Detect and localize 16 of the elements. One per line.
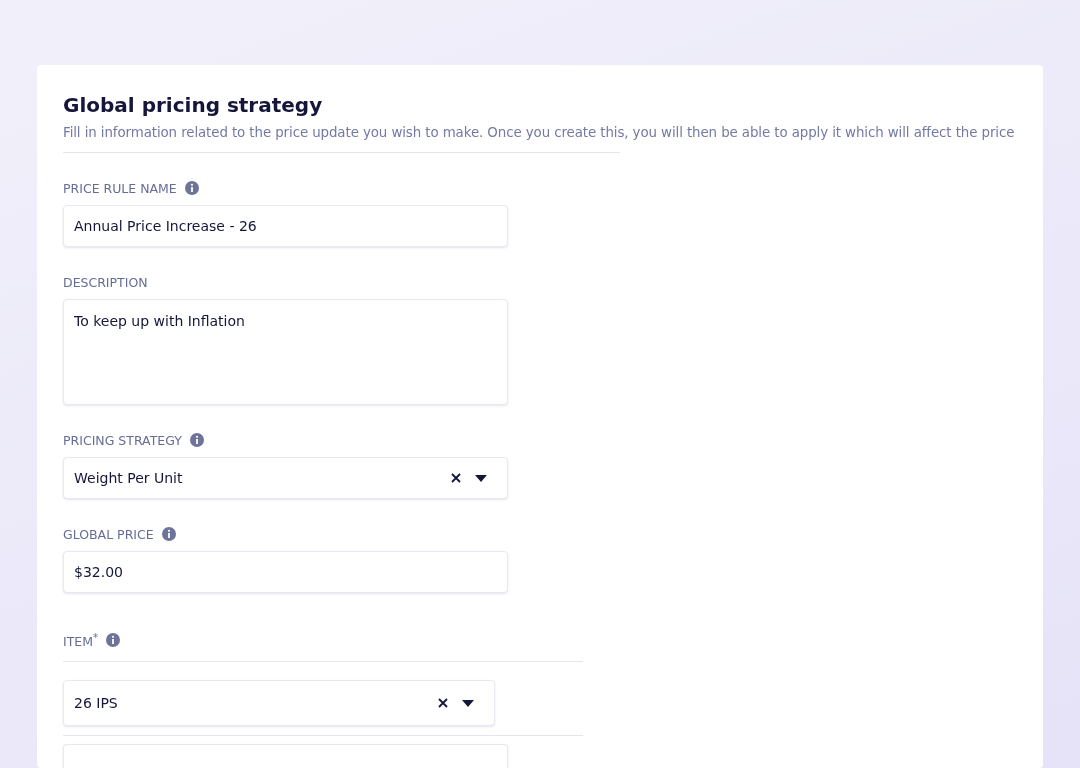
- field-label: DESCRIPTION: [63, 274, 148, 290]
- clear-icon: [451, 473, 461, 483]
- field-label: PRICE RULE NAME: [63, 180, 177, 196]
- field-label: GLOBAL PRICE: [63, 526, 154, 542]
- input-field[interactable]: Annual Price Increase - 26: [63, 205, 508, 247]
- select-field[interactable]: 26 IPS: [63, 680, 495, 726]
- field-label: ITEM$^{*}$: [63, 630, 99, 650]
- select-field[interactable]: Weight Per Unit: [63, 457, 508, 499]
- caret-icon: [475, 474, 487, 482]
- field-label: PRICING STRATEGY: [63, 432, 182, 448]
- caret-icon: [462, 699, 474, 707]
- page-description: Fill in information related to the price update you wish to make. Once you create this, you will then be able to apply it which will affect the price: [63, 125, 1016, 140]
- input-field[interactable]: $32.00: [63, 551, 508, 593]
- page-title: Global pricing strategy: [63, 93, 324, 117]
- clear-icon: [438, 698, 448, 708]
- textarea-field[interactable]: To keep up with Inflation: [63, 299, 508, 405]
